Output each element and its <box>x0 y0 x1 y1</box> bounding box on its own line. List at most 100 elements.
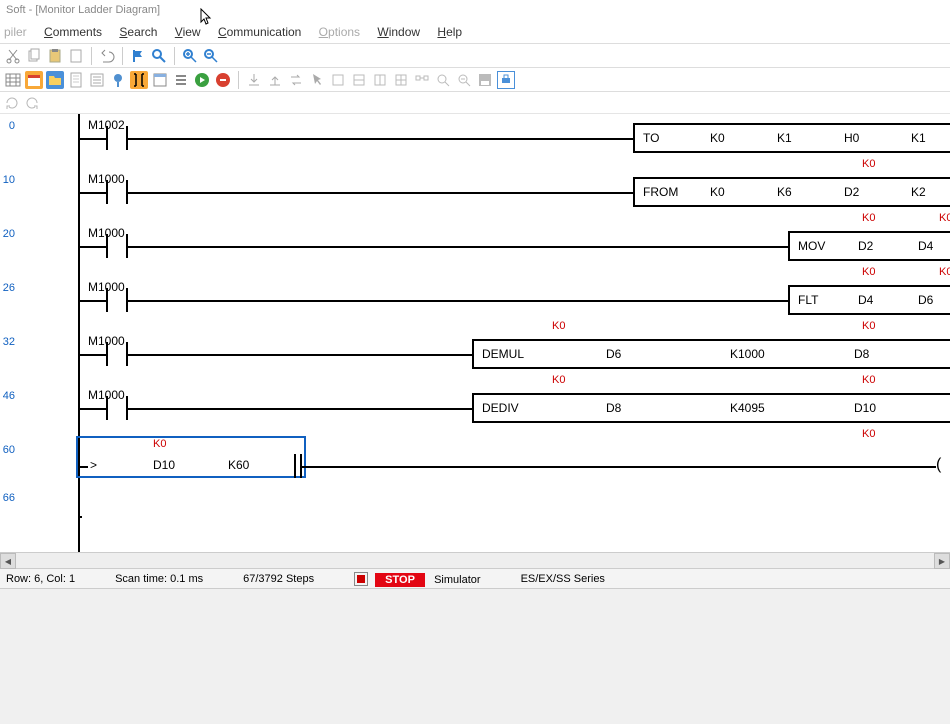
brackets-icon[interactable] <box>130 71 148 89</box>
menu-compiler[interactable]: piler <box>4 25 27 39</box>
edit3-icon[interactable] <box>371 71 389 89</box>
port-icon[interactable] <box>497 71 515 89</box>
save-icon[interactable] <box>476 71 494 89</box>
copy-icon[interactable] <box>25 47 43 65</box>
instruction-cell: K0 <box>710 185 725 199</box>
title-bar: Soft - [Monitor Ladder Diagram] <box>0 0 950 22</box>
instruction-cell: K1 <box>777 131 792 145</box>
menu-window[interactable]: Window <box>377 25 420 39</box>
play-icon[interactable] <box>193 71 211 89</box>
instruction-cell: D4 <box>858 293 873 307</box>
wire <box>126 408 472 410</box>
flag-icon[interactable] <box>129 47 147 65</box>
contact-bar <box>294 454 296 478</box>
instruction-box[interactable]: DEMULD6K1000D8 <box>472 339 950 369</box>
page-icon[interactable] <box>67 71 85 89</box>
scroll-left-icon[interactable]: ◀ <box>0 553 16 569</box>
zoom-icon[interactable] <box>434 71 452 89</box>
cursor-icon[interactable] <box>308 71 326 89</box>
zoom2-icon[interactable] <box>455 71 473 89</box>
instruction-box[interactable]: FLTD4D6 <box>788 285 950 315</box>
compare-op2: K60 <box>228 458 249 472</box>
compare-box[interactable] <box>76 436 306 478</box>
instruction-cell: K6 <box>777 185 792 199</box>
instruction-cell: TO <box>643 131 659 145</box>
contact-bar <box>106 288 108 312</box>
refresh-icon[interactable] <box>4 95 20 111</box>
paste-icon[interactable] <box>46 47 64 65</box>
calendar-icon[interactable] <box>25 71 43 89</box>
contact-bar <box>106 126 108 150</box>
menu-communication[interactable]: Communication <box>218 25 301 39</box>
instruction-box[interactable]: FROMK0K6D2K2 <box>633 177 950 207</box>
grid-icon[interactable] <box>4 71 22 89</box>
list-icon[interactable] <box>88 71 106 89</box>
zoom-out-icon[interactable] <box>202 47 220 65</box>
contact-bar <box>106 180 108 204</box>
wire <box>78 408 106 410</box>
wire <box>78 246 106 248</box>
undo-icon[interactable] <box>98 47 116 65</box>
left-bus-bar <box>78 114 80 552</box>
wire <box>126 300 788 302</box>
separator <box>91 47 92 65</box>
folder-icon[interactable] <box>46 71 64 89</box>
menu-view[interactable]: View <box>175 25 201 39</box>
scroll-right-icon[interactable]: ▶ <box>934 553 950 569</box>
stop-icon[interactable] <box>214 71 232 89</box>
wire <box>126 354 472 356</box>
menu-comments[interactable]: Comments <box>44 25 102 39</box>
k0-annotation: K0 <box>153 438 166 450</box>
window-title: Soft - [Monitor Ladder Diagram] <box>6 4 160 16</box>
status-series: ES/EX/SS Series <box>521 573 605 585</box>
edit2-icon[interactable] <box>350 71 368 89</box>
edit1-icon[interactable] <box>329 71 347 89</box>
k0-annotation: K0 <box>862 320 875 332</box>
window-icon[interactable] <box>151 71 169 89</box>
address-label: 20 <box>3 228 15 240</box>
ladder-canvas[interactable]: M1002TOK0K1H0K1K0M1000FROMK0K6D2K2K0K0M1… <box>18 114 950 552</box>
wire <box>78 354 106 356</box>
compare-op1: D10 <box>153 458 175 472</box>
network-icon[interactable] <box>413 71 431 89</box>
wire <box>78 192 106 194</box>
cut-icon[interactable] <box>4 47 22 65</box>
menu-bar[interactable]: piler Comments Search View Communication… <box>0 22 950 44</box>
lines-icon[interactable] <box>172 71 190 89</box>
output-coil: ( <box>936 456 941 474</box>
contact-bar <box>106 342 108 366</box>
horizontal-scrollbar[interactable]: ◀ ▶ <box>0 552 950 568</box>
k0-annotation: K0 <box>862 212 875 224</box>
status-bar: Row: 6, Col: 1 Scan time: 0.1 ms 67/3792… <box>0 568 950 588</box>
status-run: STOP Simulator <box>354 572 480 586</box>
edit4-icon[interactable] <box>392 71 410 89</box>
instruction-cell: D8 <box>854 347 869 361</box>
ladder-editor: 010202632466066 M1002TOK0K1H0K1K0M1000FR… <box>0 114 950 552</box>
address-label: 60 <box>3 444 15 456</box>
menu-search[interactable]: Search <box>119 25 157 39</box>
instruction-cell: K4095 <box>730 401 765 415</box>
instruction-cell: DEDIV <box>482 401 519 415</box>
k0-annotation: K0 <box>939 212 950 224</box>
download-icon[interactable] <box>245 71 263 89</box>
upload-icon[interactable] <box>266 71 284 89</box>
transfer-icon[interactable] <box>287 71 305 89</box>
address-label: 46 <box>3 390 15 402</box>
instruction-box[interactable]: TOK0K1H0K1 <box>633 123 950 153</box>
zoom-in-icon[interactable] <box>181 47 199 65</box>
k0-annotation: K0 <box>552 374 565 386</box>
lower-panel <box>0 588 950 724</box>
menu-options[interactable]: Options <box>319 25 360 39</box>
scroll-track[interactable] <box>16 553 934 568</box>
menu-help[interactable]: Help <box>437 25 462 39</box>
instruction-cell: D10 <box>854 401 876 415</box>
instruction-cell: K1000 <box>730 347 765 361</box>
find-icon[interactable] <box>150 47 168 65</box>
instruction-box[interactable]: MOVD2D4 <box>788 231 950 261</box>
toolbar-2 <box>0 68 950 92</box>
undo2-icon[interactable] <box>24 95 40 111</box>
doc-icon[interactable] <box>67 47 85 65</box>
address-label: 32 <box>3 336 15 348</box>
pin-icon[interactable] <box>109 71 127 89</box>
instruction-box[interactable]: DEDIVD8K4095D10 <box>472 393 950 423</box>
